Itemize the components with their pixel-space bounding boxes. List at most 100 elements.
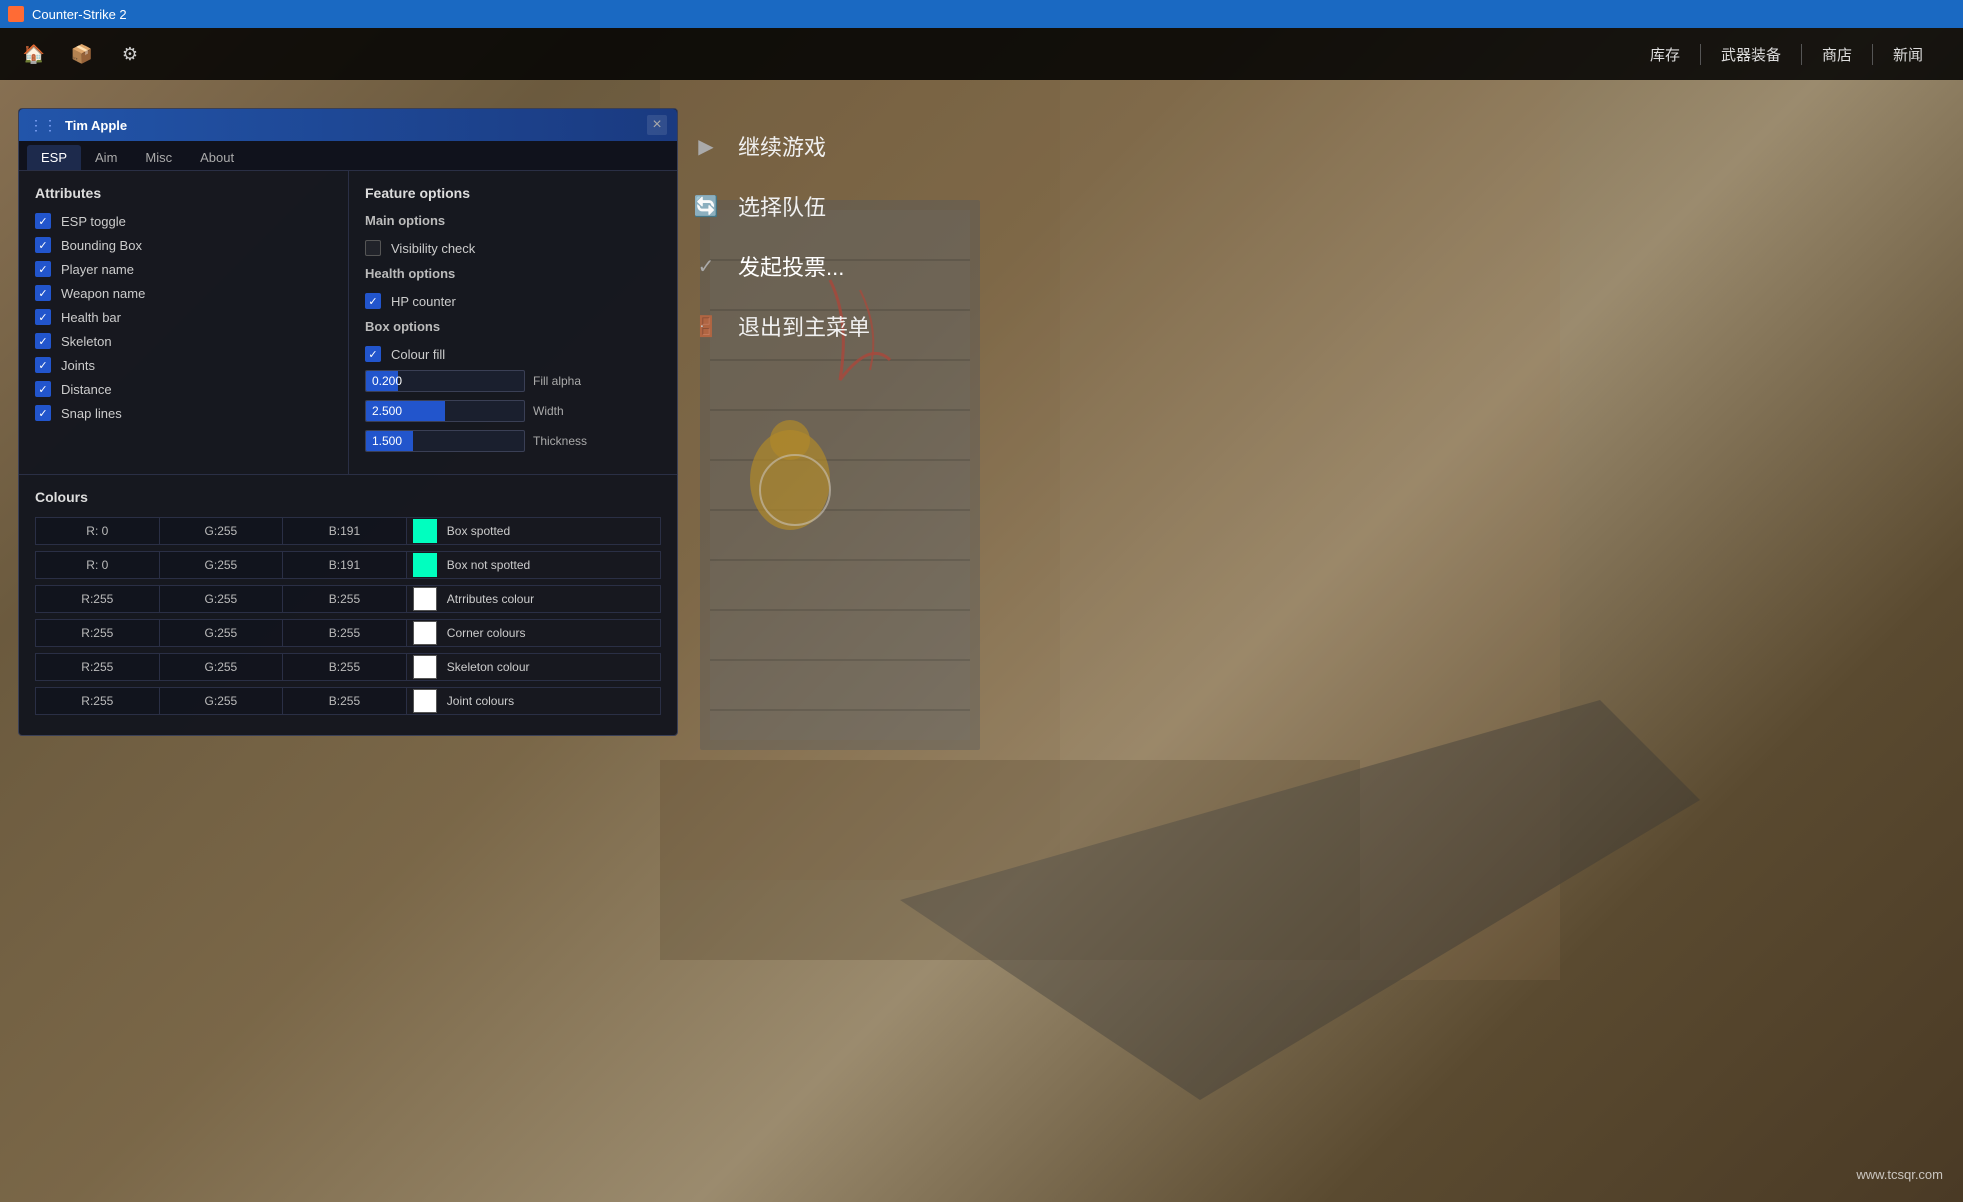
- slider-thickness-value: 1.500: [366, 434, 402, 448]
- attr-joints[interactable]: Joints: [35, 357, 332, 373]
- checkbox-skeleton[interactable]: [35, 333, 51, 349]
- checkbox-hp-counter[interactable]: [365, 293, 381, 309]
- checkbox-weapon-name[interactable]: [35, 285, 51, 301]
- colour-swatch-0[interactable]: [413, 519, 437, 543]
- settings-icon[interactable]: ⚙: [116, 40, 144, 68]
- nav-links: 库存 武器装备 商店 新闻: [1630, 44, 1943, 65]
- attr-bounding-box-label: Bounding Box: [61, 238, 142, 253]
- menu-vote[interactable]: ✓ 发起投票...: [670, 240, 950, 292]
- attr-bounding-box[interactable]: Bounding Box: [35, 237, 332, 253]
- feature-hp-label: HP counter: [391, 294, 456, 309]
- attr-distance[interactable]: Distance: [35, 381, 332, 397]
- colour-r-2[interactable]: R:255: [36, 586, 160, 612]
- feature-visibility-check[interactable]: Visibility check: [365, 240, 661, 256]
- attr-esp-toggle-label: ESP toggle: [61, 214, 126, 229]
- colour-b-0[interactable]: B:191: [283, 518, 407, 544]
- tab-misc[interactable]: Misc: [131, 145, 186, 170]
- checkbox-joints[interactable]: [35, 357, 51, 373]
- colour-b-4[interactable]: B:255: [283, 654, 407, 680]
- colour-g-3[interactable]: G:255: [160, 620, 284, 646]
- home-icon[interactable]: 🏠: [20, 40, 48, 68]
- attr-snap-lines-label: Snap lines: [61, 406, 122, 421]
- tab-esp[interactable]: ESP: [27, 145, 81, 170]
- vote-icon: ✓: [690, 250, 722, 282]
- attr-distance-label: Distance: [61, 382, 112, 397]
- feature-hp-counter[interactable]: HP counter: [365, 293, 661, 309]
- attr-player-name-label: Player name: [61, 262, 134, 277]
- colour-swatch-2[interactable]: [413, 587, 437, 611]
- colour-g-0[interactable]: G:255: [160, 518, 284, 544]
- inventory-icon[interactable]: 📦: [68, 40, 96, 68]
- nav-shop[interactable]: 商店: [1802, 44, 1873, 65]
- attr-health-bar-label: Health bar: [61, 310, 121, 325]
- colour-g-4[interactable]: G:255: [160, 654, 284, 680]
- tab-about[interactable]: About: [186, 145, 248, 170]
- window-title: Counter-Strike 2: [32, 7, 127, 22]
- colour-b-2[interactable]: B:255: [283, 586, 407, 612]
- menu-exit-label: 退出到主菜单: [738, 310, 870, 342]
- nav-weapons[interactable]: 武器装备: [1701, 44, 1802, 65]
- slider-width-label: Width: [533, 404, 564, 418]
- colour-row-5: R:255 G:255 B:255 Joint colours: [35, 687, 661, 715]
- colour-g-2[interactable]: G:255: [160, 586, 284, 612]
- feature-options-title: Feature options: [365, 185, 661, 201]
- title-bar: Counter-Strike 2: [0, 0, 1963, 28]
- colour-b-1[interactable]: B:191: [283, 552, 407, 578]
- colour-row-1: R: 0 G:255 B:191 Box not spotted: [35, 551, 661, 579]
- checkbox-health-bar[interactable]: [35, 309, 51, 325]
- continue-icon: ▶: [690, 130, 722, 162]
- exit-icon: 🚪: [690, 310, 722, 342]
- slider-thickness-track[interactable]: 1.500: [365, 430, 525, 452]
- colour-name-5: Joint colours: [443, 694, 660, 708]
- attr-weapon-name[interactable]: Weapon name: [35, 285, 332, 301]
- attr-joints-label: Joints: [61, 358, 95, 373]
- checkbox-visibility[interactable]: [365, 240, 381, 256]
- colour-r-5[interactable]: R:255: [36, 688, 160, 714]
- watermark: www.tcsqr.com: [1856, 1167, 1943, 1182]
- colour-swatch-4[interactable]: [413, 655, 437, 679]
- colour-r-1[interactable]: R: 0: [36, 552, 160, 578]
- attr-snap-lines[interactable]: Snap lines: [35, 405, 332, 421]
- checkbox-distance[interactable]: [35, 381, 51, 397]
- colour-r-3[interactable]: R:255: [36, 620, 160, 646]
- close-button[interactable]: ×: [647, 115, 667, 135]
- tab-aim[interactable]: Aim: [81, 145, 131, 170]
- top-nav: 🏠 📦 ⚙ 库存 武器装备 商店 新闻: [0, 28, 1963, 80]
- attr-health-bar[interactable]: Health bar: [35, 309, 332, 325]
- esp-body: Attributes ESP toggle Bounding Box Playe…: [19, 171, 677, 474]
- colour-swatch-5[interactable]: [413, 689, 437, 713]
- checkbox-esp-toggle[interactable]: [35, 213, 51, 229]
- nav-news[interactable]: 新闻: [1873, 44, 1943, 65]
- esp-panel-header[interactable]: ⋮⋮ Tim Apple ×: [19, 109, 677, 141]
- colour-b-3[interactable]: B:255: [283, 620, 407, 646]
- menu-continue[interactable]: ▶ 继续游戏: [670, 120, 950, 172]
- drag-icon: ⋮⋮: [29, 117, 57, 134]
- feature-colour-fill[interactable]: Colour fill: [365, 346, 661, 362]
- slider-width: 2.500 Width: [365, 400, 661, 422]
- attr-player-name[interactable]: Player name: [35, 261, 332, 277]
- checkbox-bounding-box[interactable]: [35, 237, 51, 253]
- colour-swatch-1[interactable]: [413, 553, 437, 577]
- esp-panel-title: Tim Apple: [65, 118, 127, 133]
- colour-g-1[interactable]: G:255: [160, 552, 284, 578]
- menu-team[interactable]: 🔄 选择队伍: [670, 180, 950, 232]
- health-options-title: Health options: [365, 266, 661, 285]
- box-options-title: Box options: [365, 319, 661, 338]
- checkbox-player-name[interactable]: [35, 261, 51, 277]
- slider-width-track[interactable]: 2.500: [365, 400, 525, 422]
- attr-esp-toggle[interactable]: ESP toggle: [35, 213, 332, 229]
- slider-fill-alpha-track[interactable]: 0.200: [365, 370, 525, 392]
- colour-r-4[interactable]: R:255: [36, 654, 160, 680]
- colour-b-5[interactable]: B:255: [283, 688, 407, 714]
- checkbox-snap-lines[interactable]: [35, 405, 51, 421]
- colour-row-2: R:255 G:255 B:255 Atrributes colour: [35, 585, 661, 613]
- colour-g-5[interactable]: G:255: [160, 688, 284, 714]
- colour-r-0[interactable]: R: 0: [36, 518, 160, 544]
- checkbox-colour-fill[interactable]: [365, 346, 381, 362]
- attr-skeleton[interactable]: Skeleton: [35, 333, 332, 349]
- attr-skeleton-label: Skeleton: [61, 334, 112, 349]
- menu-team-label: 选择队伍: [738, 190, 826, 222]
- nav-inventory[interactable]: 库存: [1630, 44, 1701, 65]
- colour-swatch-3[interactable]: [413, 621, 437, 645]
- menu-exit[interactable]: 🚪 退出到主菜单: [670, 300, 950, 352]
